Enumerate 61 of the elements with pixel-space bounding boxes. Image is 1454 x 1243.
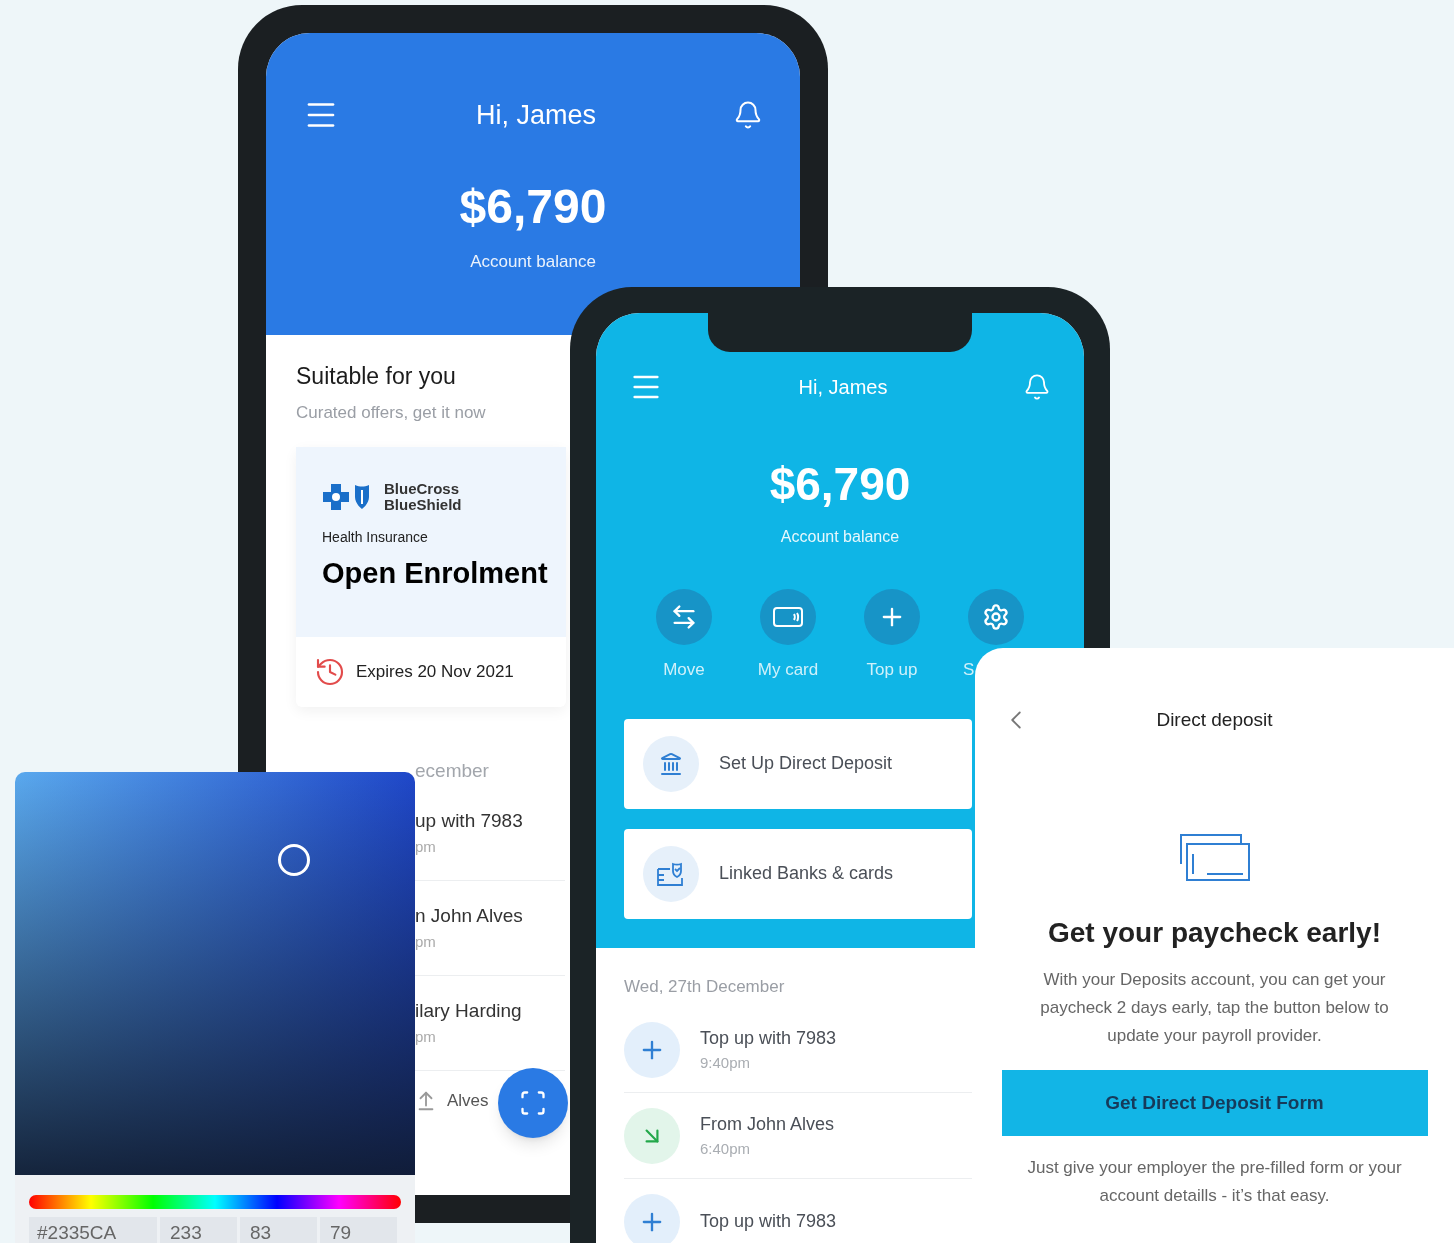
- clock-icon: [314, 656, 346, 688]
- transaction-row[interactable]: From John Alves 6:40pm: [624, 1093, 972, 1179]
- action-button[interactable]: [864, 589, 920, 645]
- transaction-time: pm: [415, 931, 436, 952]
- transaction-row[interactable]: Top up with 7983 9:40pm: [624, 1007, 972, 1093]
- section-title: Suitable for you: [296, 362, 456, 391]
- settings-icon: [982, 603, 1010, 631]
- footer-text: Just give your employer the pre-filled form or your account detaills - it’s that easy.: [1026, 1157, 1403, 1207]
- link-label: Set Up Direct Deposit: [719, 752, 893, 775]
- description: With your Deposits account, you can get your paycheck 2 days early, tap the button below to update your payroll provider.: [1039, 969, 1390, 1047]
- fab-button[interactable]: [498, 1068, 568, 1138]
- brand-name: BlueShield: [384, 497, 462, 513]
- get-form-button[interactable]: Get Direct Deposit Form: [1001, 1070, 1428, 1136]
- link-card[interactable]: Linked Banks & cards: [624, 828, 972, 919]
- action-label: Top up: [866, 659, 918, 681]
- transaction-time: 9:40pm: [700, 1052, 752, 1073]
- offer-card[interactable]: BlueCross BlueShield Health Insurance Open Enrolment Expires 20 Nov 2021: [296, 447, 566, 707]
- action-button[interactable]: [656, 589, 712, 645]
- bank-icon: [659, 751, 683, 776]
- balance-amount: $6,790: [459, 183, 607, 231]
- transaction-title: up with 7983: [415, 809, 523, 833]
- transaction-title: n John Alves: [415, 904, 523, 928]
- transaction-title: Top up with 7983: [700, 1210, 837, 1233]
- hex-field[interactable]: #2335CA: [29, 1217, 157, 1243]
- transaction-time: pm: [415, 1026, 436, 1047]
- balance-label: Account balance: [780, 527, 900, 547]
- value-field[interactable]: 83: [240, 1217, 317, 1243]
- link-card[interactable]: Set Up Direct Deposit: [624, 718, 972, 809]
- balance-label: Account balance: [470, 251, 596, 273]
- section-subtitle: Curated offers, get it now: [296, 401, 486, 424]
- expiry-date: Expires 20 Nov 2021: [356, 661, 514, 684]
- transaction-time: 6:40pm: [700, 1138, 752, 1159]
- transaction-time: pm: [415, 836, 436, 857]
- heading: Get your paycheck early!: [1047, 916, 1381, 950]
- bell-icon[interactable]: [733, 100, 763, 130]
- nav-label[interactable]: Alves: [447, 1087, 489, 1114]
- transaction-row[interactable]: Top up with 7983: [624, 1179, 972, 1243]
- panel-title: Direct deposit: [1156, 707, 1273, 732]
- card-icon: [773, 606, 803, 628]
- expand-icon: [519, 1089, 547, 1117]
- offer-category: Health Insurance: [322, 528, 428, 547]
- brand-name: BlueCross: [384, 481, 461, 497]
- action-label: Move: [663, 659, 705, 681]
- picker-handle[interactable]: [278, 844, 310, 876]
- card-shield-icon: [656, 860, 686, 887]
- greeting: Hi, James: [798, 375, 888, 400]
- greeting: Hi, James: [476, 98, 596, 132]
- action-button[interactable]: [968, 589, 1024, 645]
- balance-amount: $6,790: [769, 461, 911, 507]
- link-label: Linked Banks & cards: [719, 862, 894, 885]
- date-heading: ecember: [415, 759, 489, 783]
- action-label: My card: [757, 659, 819, 681]
- offer-title: Open Enrolment: [322, 556, 548, 591]
- value-field[interactable]: 233: [160, 1217, 237, 1243]
- action-button[interactable]: [760, 589, 816, 645]
- transaction-title: ilary Harding: [415, 999, 522, 1023]
- bell-icon[interactable]: [1023, 373, 1051, 401]
- value-field[interactable]: 79: [320, 1217, 397, 1243]
- transaction-title: From John Alves: [700, 1112, 835, 1136]
- transaction-title: Top up with 7983: [700, 1026, 837, 1050]
- action-label: S: [963, 659, 975, 681]
